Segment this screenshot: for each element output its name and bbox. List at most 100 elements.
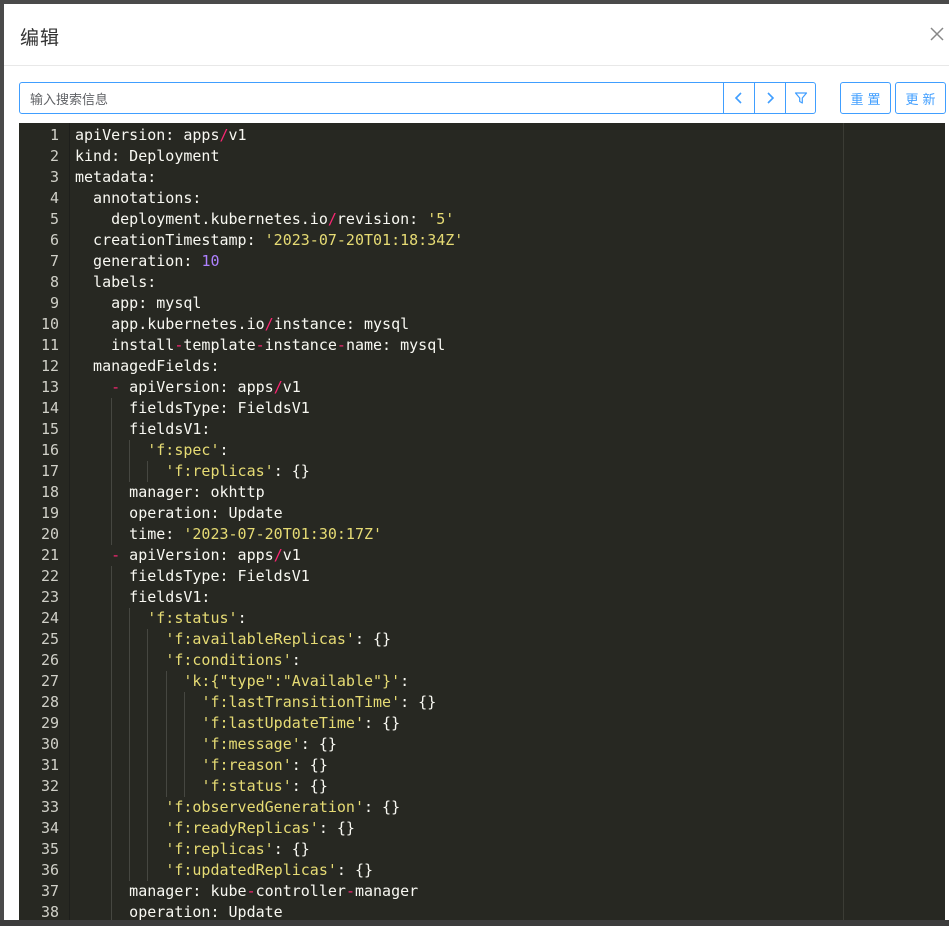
search-box [19, 82, 816, 115]
line-number: 17 [40, 462, 59, 480]
update-button[interactable]: 更新 [895, 82, 946, 114]
code-line: 29 'f:lastUpdateTime': {} [19, 713, 945, 734]
code-text: metadata: [75, 168, 157, 186]
line-number: 31 [40, 756, 59, 774]
search-prev-button[interactable] [723, 83, 754, 113]
code-text: - apiVersion: apps/v1 [111, 378, 301, 396]
chevron-right-icon [767, 92, 775, 104]
code-text: 'f:lastTransitionTime': {} [201, 693, 437, 711]
code-line: 27 'k:{"type":"Available"}': [19, 671, 945, 692]
line-number: 36 [40, 861, 59, 879]
code-line: 1 apiVersion: apps/v1 [19, 125, 945, 146]
code-text: 'f:replicas': {} [165, 840, 310, 858]
code-line: 25 'f:availableReplicas': {} [19, 629, 945, 650]
line-number: 20 [40, 525, 59, 543]
code-line: 4 annotations: [19, 188, 945, 209]
code-line: 32 'f:status': {} [19, 776, 945, 797]
search-next-button[interactable] [754, 83, 785, 113]
reset-button[interactable]: 重置 [840, 82, 891, 114]
close-icon[interactable] [927, 24, 947, 44]
line-number: 4 [49, 189, 59, 207]
code-line: 24 'f:status': [19, 608, 945, 629]
code-text: operation: Update [75, 504, 283, 522]
line-number: 2 [49, 147, 59, 165]
code-line: 13 - apiVersion: apps/v1 [19, 377, 945, 398]
code-line: 14 fieldsType: FieldsV1 [19, 398, 945, 419]
code-text: 'k:{"type":"Available"}': [183, 672, 410, 690]
code-line: 6 creationTimestamp: '2023-07-20T01:18:3… [19, 230, 945, 251]
line-number: 10 [40, 315, 59, 333]
line-number: 3 [49, 168, 59, 186]
code-line: 19 operation: Update [19, 503, 945, 524]
line-number: 25 [40, 630, 59, 648]
code-line: 30 'f:message': {} [19, 734, 945, 755]
code-line: 33 'f:observedGeneration': {} [19, 797, 945, 818]
line-number: 5 [49, 210, 59, 228]
line-number: 32 [40, 777, 59, 795]
code-line: 9 app: mysql [19, 293, 945, 314]
search-input[interactable] [28, 83, 722, 115]
line-number: 30 [40, 735, 59, 753]
code-text: 'f:lastUpdateTime': {} [201, 714, 401, 732]
line-number: 13 [40, 378, 59, 396]
code-text: deployment.kubernetes.io/revision: '5' [75, 210, 455, 228]
line-number: 37 [40, 882, 59, 900]
filter-icon [794, 92, 808, 104]
code-text: 'f:status': {} [201, 777, 328, 795]
code-text: 'f:reason': {} [201, 756, 328, 774]
line-number: 14 [40, 399, 59, 417]
code-text: 'f:readyReplicas': {} [165, 819, 355, 837]
line-number: 35 [40, 840, 59, 858]
line-number: 19 [40, 504, 59, 522]
code-text: 'f:replicas': {} [165, 462, 310, 480]
code-text: - apiVersion: apps/v1 [111, 546, 301, 564]
code-line: 11 install-template-instance-name: mysql [19, 335, 945, 356]
chevron-left-icon [734, 92, 742, 104]
code-line: 18 manager: okhttp [19, 482, 945, 503]
code-text: 'f:availableReplicas': {} [165, 630, 392, 648]
line-number: 21 [40, 546, 59, 564]
code-editor[interactable]: 1 apiVersion: apps/v1 2 kind: Deployment 3 me… [19, 123, 945, 920]
line-number: 38 [40, 903, 59, 920]
code-line: 37 manager: kube-controller-manager [19, 881, 945, 902]
line-number: 12 [40, 357, 59, 375]
code-line: 38 operation: Update [19, 902, 945, 920]
code-line: 31 'f:reason': {} [19, 755, 945, 776]
code-text: manager: kube-controller-manager [75, 882, 419, 900]
code-line: 35 'f:replicas': {} [19, 839, 945, 860]
code-text: time: '2023-07-20T01:30:17Z' [75, 525, 383, 543]
code-text: 'f:observedGeneration': {} [165, 798, 401, 816]
line-number: 29 [40, 714, 59, 732]
edit-dialog: 编辑 输入搜索信息 重置 更新 1 apiVersion: apps/v1 2 … [4, 4, 949, 920]
line-number: 1 [49, 126, 59, 144]
code-line: 12 managedFields: [19, 356, 945, 377]
code-text: labels: [75, 273, 157, 291]
code-line: 28 'f:lastTransitionTime': {} [19, 692, 945, 713]
line-number: 15 [40, 420, 59, 438]
line-number: 33 [40, 798, 59, 816]
code-text: fieldsV1: [75, 588, 211, 606]
code-text: apiVersion: apps/v1 [75, 126, 247, 144]
code-line: 17 'f:replicas': {} [19, 461, 945, 482]
code-text: manager: okhttp [75, 483, 265, 501]
line-number: 7 [49, 252, 59, 270]
code-text: creationTimestamp: '2023-07-20T01:18:34Z… [75, 231, 464, 249]
line-number: 11 [40, 336, 59, 354]
line-number: 22 [40, 567, 59, 585]
search-filter-button[interactable] [785, 83, 816, 113]
code-line: 20 time: '2023-07-20T01:30:17Z' [19, 524, 945, 545]
line-number: 24 [40, 609, 59, 627]
code-text: app: mysql [75, 294, 202, 312]
line-number: 9 [49, 294, 59, 312]
line-number: 26 [40, 651, 59, 669]
dialog-title: 编辑 [20, 28, 61, 49]
code-text: 'f:conditions': [165, 651, 301, 669]
code-line: 23 fieldsV1: [19, 587, 945, 608]
line-number: 8 [49, 273, 59, 291]
code-text: operation: Update [75, 903, 283, 920]
code-line: 22 fieldsType: FieldsV1 [19, 566, 945, 587]
code-line: 16 'f:spec': [19, 440, 945, 461]
dialog-header: 编辑 [4, 4, 949, 66]
code-text: fieldsType: FieldsV1 [75, 567, 310, 585]
code-line: 3 metadata: [19, 167, 945, 188]
